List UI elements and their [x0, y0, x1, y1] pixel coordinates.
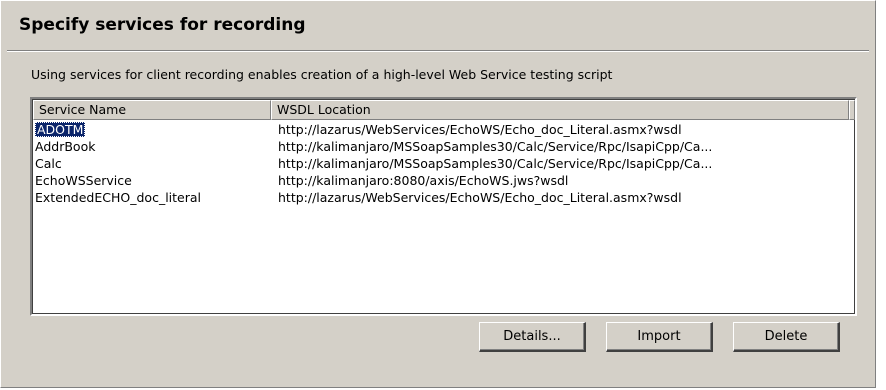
- column-header-filler: [849, 100, 855, 120]
- dialog-title: Specify services for recording: [19, 15, 306, 35]
- dialog-description: Using services for client recording enab…: [31, 67, 613, 82]
- service-name-cell: Calc: [35, 156, 62, 171]
- wsdl-location-cell: http://lazarus/WebServices/EchoWS/Echo_d…: [278, 190, 682, 205]
- list-row[interactable]: ADOTM http://lazarus/WebServices/EchoWS/…: [33, 122, 841, 139]
- wsdl-location-cell: http://kalimanjaro:8080/axis/EchoWS.jws?…: [278, 173, 569, 188]
- specify-services-dialog: Specify services for recording Using ser…: [0, 0, 876, 388]
- list-header: Service Name WSDL Location: [33, 100, 855, 120]
- details-button[interactable]: Details...: [479, 322, 586, 352]
- list-row[interactable]: Calc http://kalimanjaro/MSSoapSamples30/…: [33, 156, 841, 173]
- wsdl-location-cell: http://kalimanjaro/MSSoapSamples30/Calc/…: [278, 139, 713, 154]
- column-header-service-name[interactable]: Service Name: [33, 100, 271, 120]
- selected-service-name: ADOTM: [35, 122, 86, 137]
- service-name-cell: AddrBook: [35, 139, 96, 154]
- list-row[interactable]: ExtendedECHO_doc_literal http://lazarus/…: [33, 190, 841, 207]
- wsdl-location-cell: http://kalimanjaro/MSSoapSamples30/Calc/…: [278, 156, 713, 171]
- column-header-wsdl-location[interactable]: WSDL Location: [271, 100, 849, 120]
- service-name-cell: ExtendedECHO_doc_literal: [35, 190, 201, 205]
- import-button[interactable]: Import: [606, 322, 713, 352]
- services-list[interactable]: Service Name WSDL Location ADOTM http://…: [30, 97, 857, 316]
- list-row[interactable]: AddrBook http://kalimanjaro/MSSoapSample…: [33, 139, 841, 156]
- list-row[interactable]: EchoWSService http://kalimanjaro:8080/ax…: [33, 173, 841, 190]
- wsdl-location-cell: http://lazarus/WebServices/EchoWS/Echo_d…: [278, 122, 682, 137]
- service-name-cell: ADOTM: [33, 122, 271, 139]
- list-rows: ADOTM http://lazarus/WebServices/EchoWS/…: [33, 122, 841, 207]
- title-separator-highlight: [7, 51, 869, 52]
- service-name-cell: EchoWSService: [35, 173, 132, 188]
- delete-button[interactable]: Delete: [733, 322, 840, 352]
